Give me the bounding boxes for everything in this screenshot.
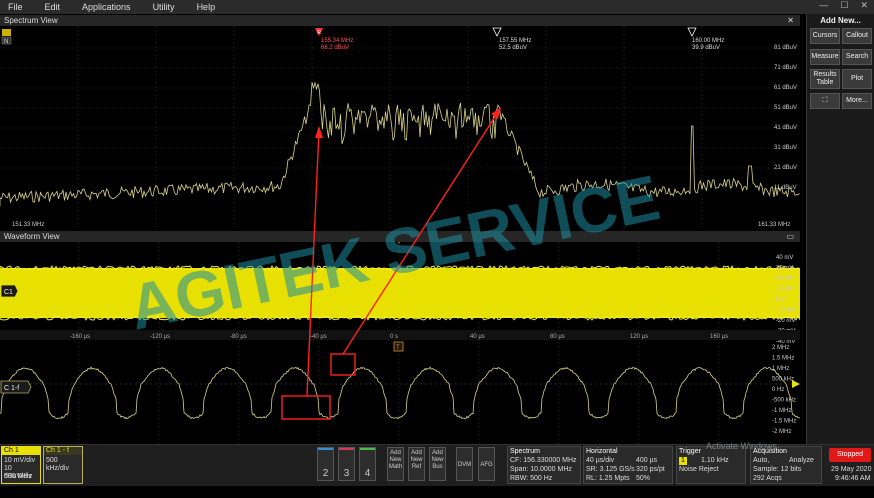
time-axis-label: 80 µs: [550, 334, 565, 340]
marker-2-freq: 157.55 MHz: [499, 38, 531, 44]
ch1-f-y-label: -1 MHz: [772, 408, 791, 414]
ch1-y-label: 30 mV: [776, 266, 793, 272]
marker-1-freq: 155.34 MHz: [321, 38, 353, 44]
ch1-label[interactable]: C1: [0, 284, 19, 298]
time-axis-label: 0 s: [390, 334, 398, 340]
time-axis-label: 120 µs: [630, 334, 648, 340]
acquisition-badge[interactable]: Acquisition Auto, Analyze Sample: 12 bit…: [750, 446, 822, 484]
ch1-badge[interactable]: Ch 1 10 mV/div 10 dBuV/div 500 MHz: [1, 446, 41, 484]
ch1-y-label: 0 V: [776, 297, 785, 303]
marker-2-level: 52.5 dBuV: [499, 45, 527, 51]
ch1-f-y-label: -1.5 MHz: [772, 419, 796, 425]
svg-text:R: R: [317, 30, 321, 36]
spectrum-stop-freq: 161.33 MHz: [758, 222, 790, 228]
spectrum-y-label: 71 dBuV: [774, 65, 797, 71]
add-new-ref-button[interactable]: Add New Ref: [408, 447, 425, 481]
spectrum-y-label: 21 dBuV: [774, 165, 797, 171]
waveform-view-title-bar: Waveform View ▭: [0, 231, 800, 242]
menu-file[interactable]: File: [8, 2, 23, 12]
ch1-waveform: [0, 268, 800, 318]
add-new-panel: Add New... Cursors Callout Measure Searc…: [806, 14, 874, 444]
svg-text:N: N: [4, 39, 8, 45]
menu-bar: File Edit Applications Utility Help — ☐ …: [0, 0, 874, 14]
time-axis-label: -80 µs: [230, 334, 247, 340]
ch1-y-label: 40 mV: [776, 255, 793, 261]
activate-windows-text: Activate Windows: [706, 441, 778, 451]
spectrum-y-label: 81 dBuV: [774, 45, 797, 51]
time-label: 9:46:46 AM: [835, 475, 871, 482]
svg-text:T: T: [396, 345, 400, 351]
ch1-f-y-label: 1.5 MHz: [772, 356, 794, 362]
time-axis-label: -160 µs: [70, 334, 90, 340]
cursors-button[interactable]: Cursors: [810, 28, 840, 44]
menu-edit[interactable]: Edit: [45, 2, 61, 12]
settings-bar: Ch 1 10 mV/div 10 dBuV/div 500 MHz Ch 1 …: [0, 441, 874, 486]
spectrum-view-title: Spectrum View: [4, 16, 58, 25]
channel-4-button[interactable]: 4: [359, 447, 376, 481]
horizontal-badge[interactable]: Horizontal 40 µs/div SR: 3.125 GS/s RL: …: [583, 446, 673, 484]
ch1-y-label: -20 mV: [776, 318, 795, 324]
run-stop-button[interactable]: Stopped: [829, 448, 871, 462]
minimize-icon[interactable]: —: [819, 0, 828, 11]
spectrum-y-label: 41 dBuV: [774, 125, 797, 131]
svg-text:C 1-f: C 1-f: [4, 385, 19, 392]
ch1-y-label: 20 mV: [776, 276, 793, 282]
more-button[interactable]: More...: [842, 93, 872, 109]
marker-3-freq: 160.00 MHz: [692, 38, 724, 44]
ch1-f-y-label: -2 MHz: [772, 429, 791, 435]
svg-text:C1: C1: [4, 289, 13, 296]
spectrum-y-label: 31 dBuV: [774, 145, 797, 151]
spectrum-y-label: 11 dBuV: [774, 185, 797, 191]
ch1-f-y-label: 0 Hz: [772, 387, 784, 393]
ch1-f-y-label: 1 MHz: [772, 366, 789, 372]
time-axis-label: -120 µs: [150, 334, 170, 340]
ch1-f-y-label: 500 kHz: [772, 377, 794, 383]
spectrum-y-label: 51 dBuV: [774, 105, 797, 111]
time-axis-label: -40 µs: [310, 334, 327, 340]
add-new-math-button[interactable]: Add New Math: [387, 447, 404, 481]
spectrum-settings-icon[interactable]: N: [1, 29, 12, 45]
ch1-f-badge[interactable]: Ch 1 - f 500 kHz/div: [43, 446, 83, 484]
ch1-y-label: -10 mV: [776, 308, 795, 314]
add-new-title: Add New...: [820, 16, 861, 25]
menu-applications[interactable]: Applications: [82, 2, 131, 12]
add-new-bus-button[interactable]: Add New Bus: [429, 447, 446, 481]
spectrum-start-freq: 151.33 MHz: [12, 222, 44, 228]
marker-1-level: 66.2 dBuV: [321, 45, 349, 51]
dvm-button[interactable]: DVM: [456, 447, 473, 481]
spectrum-close-icon[interactable]: ✕: [787, 15, 794, 26]
spectrum-badge[interactable]: Spectrum CF: 156.330000 MHz Span: 10.000…: [507, 446, 581, 484]
channel-3-button[interactable]: 3: [338, 447, 355, 481]
results-table-button[interactable]: Results Table: [810, 69, 840, 89]
waveform-plot[interactable]: C1 40 mV30 mV20 mV10 mV0 V-10 mV-20 mV-3…: [0, 242, 800, 444]
screenshot-button[interactable]: ⛶: [810, 93, 840, 109]
spectrum-view-title-bar: Spectrum View ✕: [0, 15, 800, 26]
waveform-maximize-icon[interactable]: ▭: [786, 231, 794, 242]
ch1-f-label[interactable]: C 1-f: [0, 380, 32, 394]
date-label: 29 May 2020: [831, 466, 872, 473]
callout-button[interactable]: Callout: [842, 28, 872, 44]
ch1-y-label: 10 mV: [776, 287, 793, 293]
trigger-marker: T: [393, 341, 404, 352]
menu-help[interactable]: Help: [197, 2, 216, 12]
trigger-badge[interactable]: Trigger 1 1.10 kHz Noise Reject: [676, 446, 746, 484]
spectrum-y-label: 61 dBuV: [774, 85, 797, 91]
screenshot-icon: ⛶: [822, 97, 828, 104]
plot-button[interactable]: Plot: [842, 69, 872, 89]
search-button[interactable]: Search: [842, 49, 872, 65]
menu-utility[interactable]: Utility: [153, 2, 175, 12]
measure-button[interactable]: Measure: [810, 49, 840, 65]
time-axis-label: 40 µs: [470, 334, 485, 340]
afg-button[interactable]: AFG: [478, 447, 495, 481]
maximize-icon[interactable]: ☐: [840, 0, 848, 11]
ch1-f-y-label: -500 kHz: [772, 398, 796, 404]
ch1-f-y-label: 2 MHz: [772, 345, 789, 351]
close-window-icon[interactable]: ✕: [860, 0, 868, 11]
spectrum-plot[interactable]: N R 155.34 MHz 66.2 dBuV 157.55 MHz 52.5…: [0, 26, 800, 230]
marker-3-level: 39.9 dBuV: [692, 45, 720, 51]
channel-2-button[interactable]: 2: [317, 447, 334, 481]
time-axis-label: 160 µs: [710, 334, 728, 340]
waveform-view-title: Waveform View: [4, 232, 60, 241]
